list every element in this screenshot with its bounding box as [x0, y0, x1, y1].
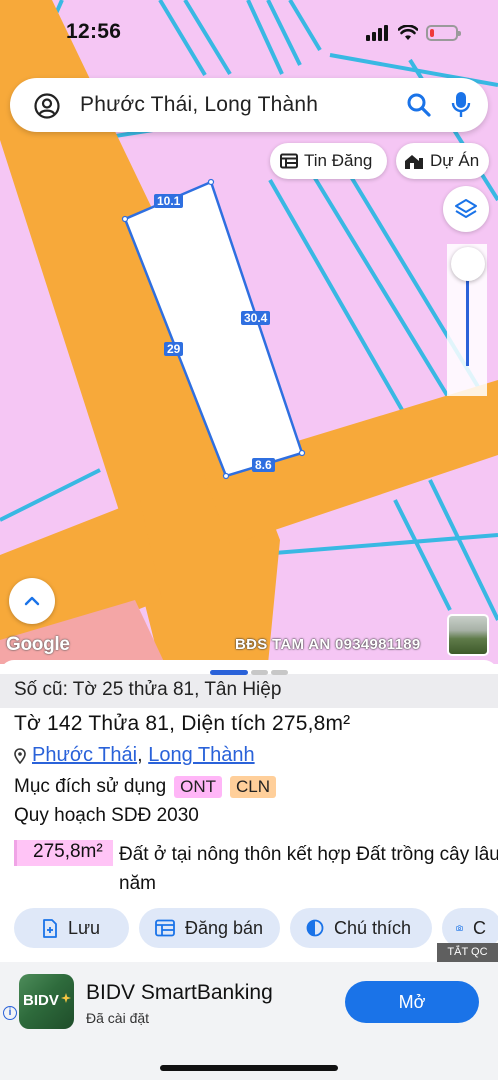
expand-button[interactable]: [9, 578, 55, 624]
wifi-icon: [398, 25, 418, 40]
add-file-icon: [43, 918, 57, 938]
save-label: Lưu: [68, 917, 101, 938]
opacity-slider-track[interactable]: [466, 278, 469, 366]
planning-area-badge: 275,8m²: [14, 840, 113, 866]
land-use-badge-cln: CLN: [230, 776, 277, 798]
ad-subtitle: Đã cài đặt: [86, 1010, 150, 1026]
parcel-title: Tờ 142 Thửa 81, Diện tích 275,8m²: [14, 712, 351, 735]
signal-icon: [366, 25, 388, 41]
search-icon[interactable]: [406, 92, 432, 118]
camera-label: C: [473, 917, 486, 938]
dimension-top-label: 10.1: [154, 194, 184, 208]
old-reference: Số cũ: Tờ 25 thửa 81, Tân Hiệp: [0, 674, 498, 708]
ad-info-icon[interactable]: i: [3, 1006, 17, 1020]
dimension-right-label: 30.4: [241, 311, 271, 325]
home-indicator[interactable]: [160, 1065, 338, 1071]
vertex: [298, 449, 306, 457]
profile-icon[interactable]: [34, 93, 60, 119]
opacity-slider-knob[interactable]: [451, 247, 485, 281]
du-an-label: Dự Án: [430, 151, 480, 170]
dimension-bottom-label: 8.6: [252, 458, 275, 472]
ad-title: BIDV SmartBanking: [86, 981, 273, 1004]
status-icons: [366, 24, 461, 42]
listing-icon: [155, 919, 175, 937]
land-use-row: Mục đích sử dụng ONT CLN: [14, 776, 277, 798]
camera-button[interactable]: C: [442, 908, 498, 948]
camera-icon: [456, 925, 463, 931]
contrast-icon: [306, 919, 324, 937]
map-watermark: BĐS TAM AN 0934981189: [235, 636, 421, 653]
vertex: [121, 215, 129, 223]
status-time: 12:56: [66, 20, 122, 43]
legend-button[interactable]: Chú thích: [290, 908, 432, 948]
sheet-page-indicator[interactable]: [271, 670, 288, 675]
action-buttons: Lưu Đăng bán Chú thích C: [14, 908, 498, 948]
legend-label: Chú thích: [334, 917, 412, 938]
sheet-page-indicator[interactable]: [251, 670, 268, 675]
google-logo: Google: [6, 634, 70, 655]
microphone-icon[interactable]: [451, 91, 471, 119]
dimension-left-label: 29: [164, 342, 184, 356]
district-link[interactable]: Long Thành: [148, 744, 254, 766]
land-use-label: Mục đích sử dụng: [14, 776, 167, 797]
sheet-page-indicator-active[interactable]: [210, 670, 248, 675]
listing-icon: [280, 153, 298, 169]
ad-banner[interactable]: i BIDV BIDV SmartBanking Đã cài đặt Mở: [0, 962, 498, 1080]
land-use-badge-ont: ONT: [174, 776, 223, 798]
parcel-info-sheet[interactable]: Số cũ: Tờ 25 thửa 81, Tân Hiệp Tờ 142 Th…: [0, 660, 498, 960]
du-an-chip[interactable]: Dự Án: [396, 143, 489, 179]
search-input[interactable]: Phước Thái, Long Thành: [80, 93, 318, 117]
vertex: [207, 178, 215, 186]
commune-link[interactable]: Phước Thái: [32, 744, 137, 766]
bidv-star-icon: [61, 993, 71, 1003]
location-row: Phước Thái, Long Thành: [14, 744, 255, 767]
street-view-thumbnail[interactable]: [447, 614, 489, 656]
location-separator: ,: [137, 744, 149, 766]
save-button[interactable]: Lưu: [14, 908, 129, 948]
status-bar: 12:56: [0, 0, 498, 64]
battery-icon: [426, 25, 461, 41]
app-logo: BIDV: [19, 974, 74, 1029]
planning-description: Đất ở tại nông thôn kết hợp Đất trồng câ…: [119, 844, 498, 894]
tin-dang-label: Tin Đăng: [304, 151, 373, 170]
home-icon: [405, 154, 423, 169]
tin-dang-chip[interactable]: Tin Đăng: [270, 143, 387, 179]
planning-title: Quy hoạch SDĐ 2030: [14, 805, 199, 826]
map-view[interactable]: 10.1 30.4 29 8.6 12:56 Phước Thái, Long …: [0, 0, 498, 664]
hide-ad-button[interactable]: TẮT QC: [437, 943, 498, 962]
post-sale-button[interactable]: Đăng bán: [139, 908, 280, 948]
chevron-up-icon: [24, 596, 40, 606]
post-sale-label: Đăng bán: [185, 917, 264, 938]
layers-button[interactable]: [443, 186, 489, 232]
battery-level: [430, 29, 434, 37]
layers-icon: [455, 199, 477, 218]
vertex: [222, 472, 230, 480]
search-bar[interactable]: Phước Thái, Long Thành: [10, 78, 488, 132]
location-pin-icon: [14, 747, 26, 764]
open-app-button[interactable]: Mở: [345, 981, 479, 1023]
app-logo-text: BIDV: [23, 992, 59, 1009]
